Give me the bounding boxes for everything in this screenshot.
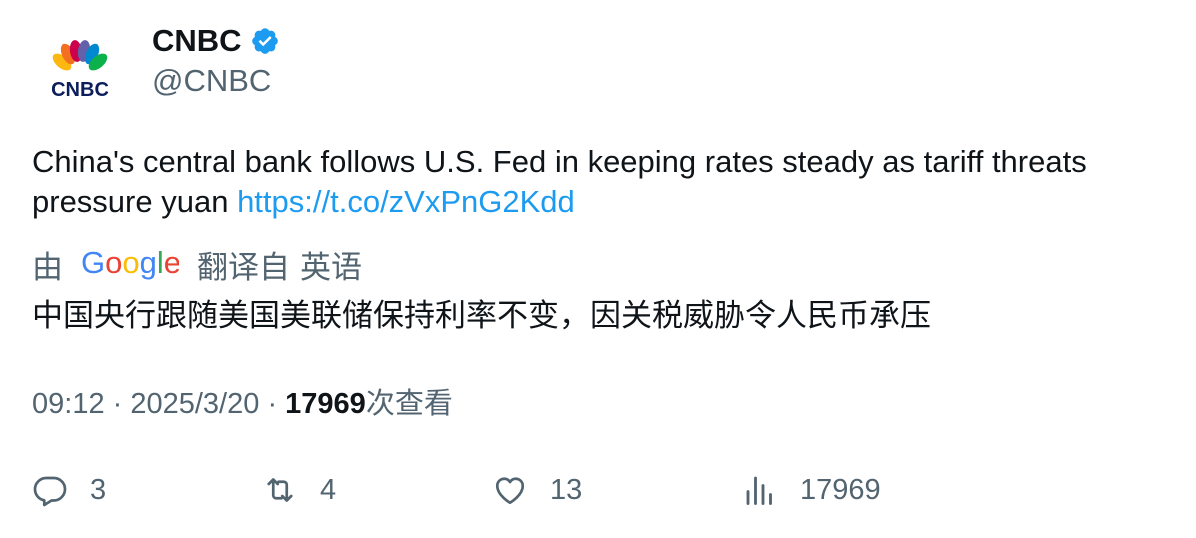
views-button[interactable]: 17969 xyxy=(742,470,881,510)
peacock-logo-icon: CNBC xyxy=(51,40,109,101)
display-name[interactable]: CNBC xyxy=(152,22,242,60)
like-count: 13 xyxy=(550,474,583,506)
avatar-logo-text: CNBC xyxy=(51,79,109,101)
author-name-row: CNBC xyxy=(152,22,280,60)
retweet-button[interactable]: 4 xyxy=(262,470,336,510)
tweet-link[interactable]: https://t.co/zVxPnG2Kdd xyxy=(237,184,575,219)
google-logo-icon[interactable]: Google xyxy=(81,245,181,290)
avatar[interactable]: CNBC xyxy=(32,24,128,120)
translation-from-label: 翻译自 xyxy=(197,250,290,285)
author-handle[interactable]: @CNBC xyxy=(152,62,271,100)
reply-button[interactable]: 3 xyxy=(32,470,106,510)
views-action-count: 17969 xyxy=(800,474,881,506)
meta-separator: · xyxy=(112,388,131,420)
action-bar: 3 4 13 17969 xyxy=(32,470,1152,514)
like-button[interactable]: 13 xyxy=(492,470,582,510)
verified-badge-icon[interactable] xyxy=(250,26,280,56)
meta-separator: · xyxy=(267,388,286,420)
translation-language[interactable]: 英语 xyxy=(300,248,362,288)
retweet-count: 4 xyxy=(320,474,337,506)
retweet-icon xyxy=(267,478,293,502)
reply-icon xyxy=(33,476,67,507)
tweet-time[interactable]: 09:12 xyxy=(32,388,105,420)
tweet-meta: 09:12 · 2025/3/20 · 17969次查看 xyxy=(32,385,453,423)
svg-text:Google: Google xyxy=(81,246,179,280)
tweet-date[interactable]: 2025/3/20 xyxy=(130,388,259,420)
heart-icon xyxy=(495,477,525,505)
tweet-text: China's central bank follows U.S. Fed in… xyxy=(32,142,1152,222)
translated-tweet-text: 中国央行跟随美国美联储保持利率不变，因关税威胁令人民币承压 xyxy=(32,298,931,333)
reply-count: 3 xyxy=(90,474,107,506)
translation-prefix: 由 xyxy=(32,250,63,285)
translation-attribution: 由 Google 翻译自 英语 xyxy=(32,245,362,290)
views-count: 17969 xyxy=(285,388,366,420)
analytics-bar-icon xyxy=(746,476,772,505)
views-label: 次查看 xyxy=(365,388,453,420)
